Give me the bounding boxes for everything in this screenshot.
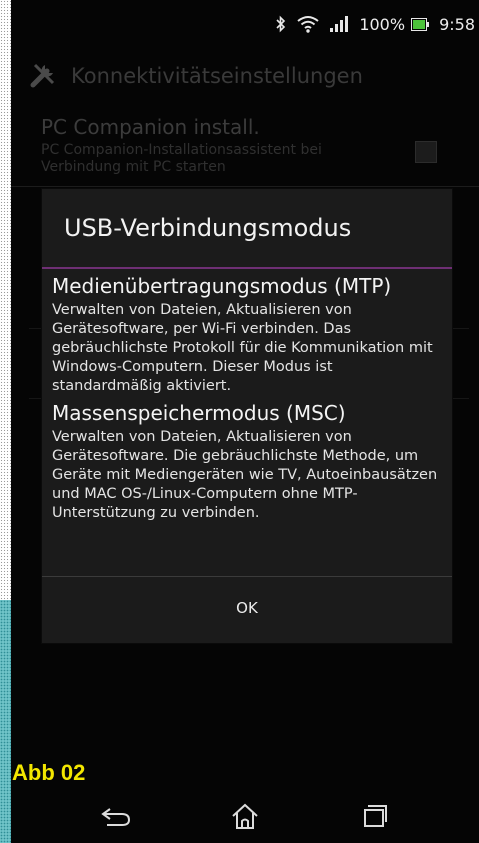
- frame-accent: [0, 600, 11, 843]
- action-bar: Konnektivitätseinstellungen: [11, 50, 479, 102]
- clock: 9:58: [439, 14, 475, 34]
- navigation-bar: [11, 793, 479, 843]
- settings-list: PC Companion install. PC Companion-Insta…: [11, 105, 479, 187]
- figure-caption: Abb 02: [12, 760, 86, 785]
- back-icon: [98, 804, 134, 832]
- dialog-title: USB-Verbindungsmodus: [42, 189, 452, 269]
- bluetooth-icon: [275, 15, 287, 33]
- battery-percent: 100%: [359, 14, 406, 34]
- page-frame-strip: [0, 0, 11, 843]
- wifi-icon: [297, 15, 319, 33]
- recent-apps-button[interactable]: [344, 798, 404, 838]
- usb-mode-dialog: USB-Verbindungsmodus Medienübertragungsm…: [42, 189, 452, 643]
- ok-button[interactable]: OK: [42, 577, 452, 639]
- option-mtp[interactable]: Medienübertragungsmodus (MTP) Verwalten …: [42, 269, 452, 396]
- home-icon: [230, 802, 260, 834]
- back-button[interactable]: [86, 798, 146, 838]
- option-msc[interactable]: Massenspeichermodus (MSC) Verwalten von …: [42, 396, 452, 523]
- battery-icon: [411, 17, 430, 31]
- phone-screen: 100% 9:58 Konnektivitätseinstellungen PC: [11, 0, 479, 843]
- home-button[interactable]: [215, 798, 275, 838]
- option-title: Massenspeichermodus (MSC): [52, 401, 346, 425]
- option-description: Verwalten von Dateien, Aktualisieren von…: [52, 302, 433, 394]
- setting-title: PC Companion install.: [41, 115, 260, 139]
- tools-icon: [29, 59, 59, 94]
- setting-subtitle: PC Companion-Installationsassistent bei …: [41, 142, 322, 175]
- screen-title: Konnektivitätseinstellungen: [71, 64, 363, 88]
- setting-pc-companion[interactable]: PC Companion install. PC Companion-Insta…: [11, 105, 479, 187]
- status-bar: 100% 9:58: [11, 0, 479, 48]
- recent-apps-icon: [359, 803, 389, 833]
- signal-icon: [329, 15, 349, 33]
- option-title: Medienübertragungsmodus (MTP): [52, 274, 392, 298]
- option-description: Verwalten von Dateien, Aktualisieren von…: [52, 429, 438, 521]
- battery-indicator: 100%: [359, 14, 430, 34]
- pc-companion-checkbox[interactable]: [415, 141, 437, 163]
